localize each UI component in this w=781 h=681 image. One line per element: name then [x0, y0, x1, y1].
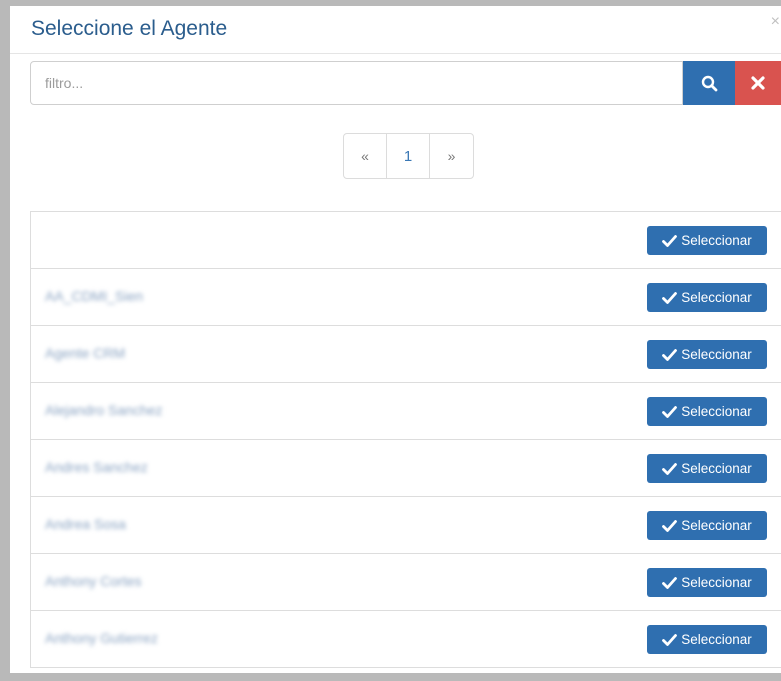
agent-row: Alejandro Sanchez Seleccionar [31, 383, 781, 440]
modal-title: Seleccione el Agente [31, 17, 228, 40]
select-agent-button[interactable]: Seleccionar [647, 568, 767, 597]
select-button-label: Seleccionar [681, 575, 752, 590]
agent-name: Agente CRM [45, 345, 126, 361]
checkmark-icon [662, 633, 678, 646]
select-agent-button[interactable]: Seleccionar [647, 454, 767, 483]
agent-name: Alejandro Sanchez [45, 402, 163, 418]
pagination: « 1 » [343, 133, 474, 179]
select-agent-button[interactable]: Seleccionar [647, 283, 767, 312]
checkmark-icon [662, 291, 678, 304]
checkmark-icon [662, 576, 678, 589]
checkmark-icon [662, 462, 678, 475]
close-icon [751, 76, 765, 90]
clear-filter-button[interactable] [735, 61, 781, 105]
checkmark-icon [662, 519, 678, 532]
pagination-next[interactable]: » [430, 134, 473, 178]
select-button-label: Seleccionar [681, 404, 752, 419]
agent-name: Anthony Gutierrez [45, 630, 158, 646]
filter-input[interactable] [30, 61, 683, 105]
checkmark-icon [662, 348, 678, 361]
agent-row: Seleccionar [31, 212, 781, 269]
agent-name: Andrea Sosa [45, 516, 126, 532]
select-button-label: Seleccionar [681, 233, 752, 248]
checkmark-icon [662, 234, 678, 247]
select-button-label: Seleccionar [681, 290, 752, 305]
select-button-label: Seleccionar [681, 461, 752, 476]
select-button-label: Seleccionar [681, 518, 752, 533]
agent-row: Anthony Gutierrez Seleccionar [31, 611, 781, 668]
select-agent-button[interactable]: Seleccionar [647, 397, 767, 426]
modal-header: Seleccione el Agente × [10, 6, 781, 54]
pagination-prev[interactable]: « [344, 134, 387, 178]
background-frame: Seleccione el Agente × « 1 » [0, 0, 781, 681]
agent-name: Anthony Cortes [45, 573, 142, 589]
agent-name: AA_CDMI_Sien [45, 288, 144, 304]
select-button-label: Seleccionar [681, 347, 752, 362]
close-button[interactable]: × [771, 14, 780, 30]
select-agent-button[interactable]: Seleccionar [647, 340, 767, 369]
agent-row: Anthony Cortes Seleccionar [31, 554, 781, 611]
agent-list: Seleccionar AA_CDMI_Sien Seleccionar Age… [30, 211, 781, 668]
search-bar [30, 61, 781, 105]
search-icon [701, 75, 717, 91]
select-button-label: Seleccionar [681, 632, 752, 647]
agent-name: Andres Sanchez [45, 459, 148, 475]
pagination-page-1[interactable]: 1 [387, 134, 430, 178]
agent-row: AA_CDMI_Sien Seleccionar [31, 269, 781, 326]
checkmark-icon [662, 405, 678, 418]
select-agent-button[interactable]: Seleccionar [647, 226, 767, 255]
search-button[interactable] [683, 61, 735, 105]
select-agent-button[interactable]: Seleccionar [647, 511, 767, 540]
agent-row: Agente CRM Seleccionar [31, 326, 781, 383]
agent-select-modal: Seleccione el Agente × « 1 » [10, 6, 781, 673]
agent-row: Andres Sanchez Seleccionar [31, 440, 781, 497]
agent-row: Andrea Sosa Seleccionar [31, 497, 781, 554]
select-agent-button[interactable]: Seleccionar [647, 625, 767, 654]
